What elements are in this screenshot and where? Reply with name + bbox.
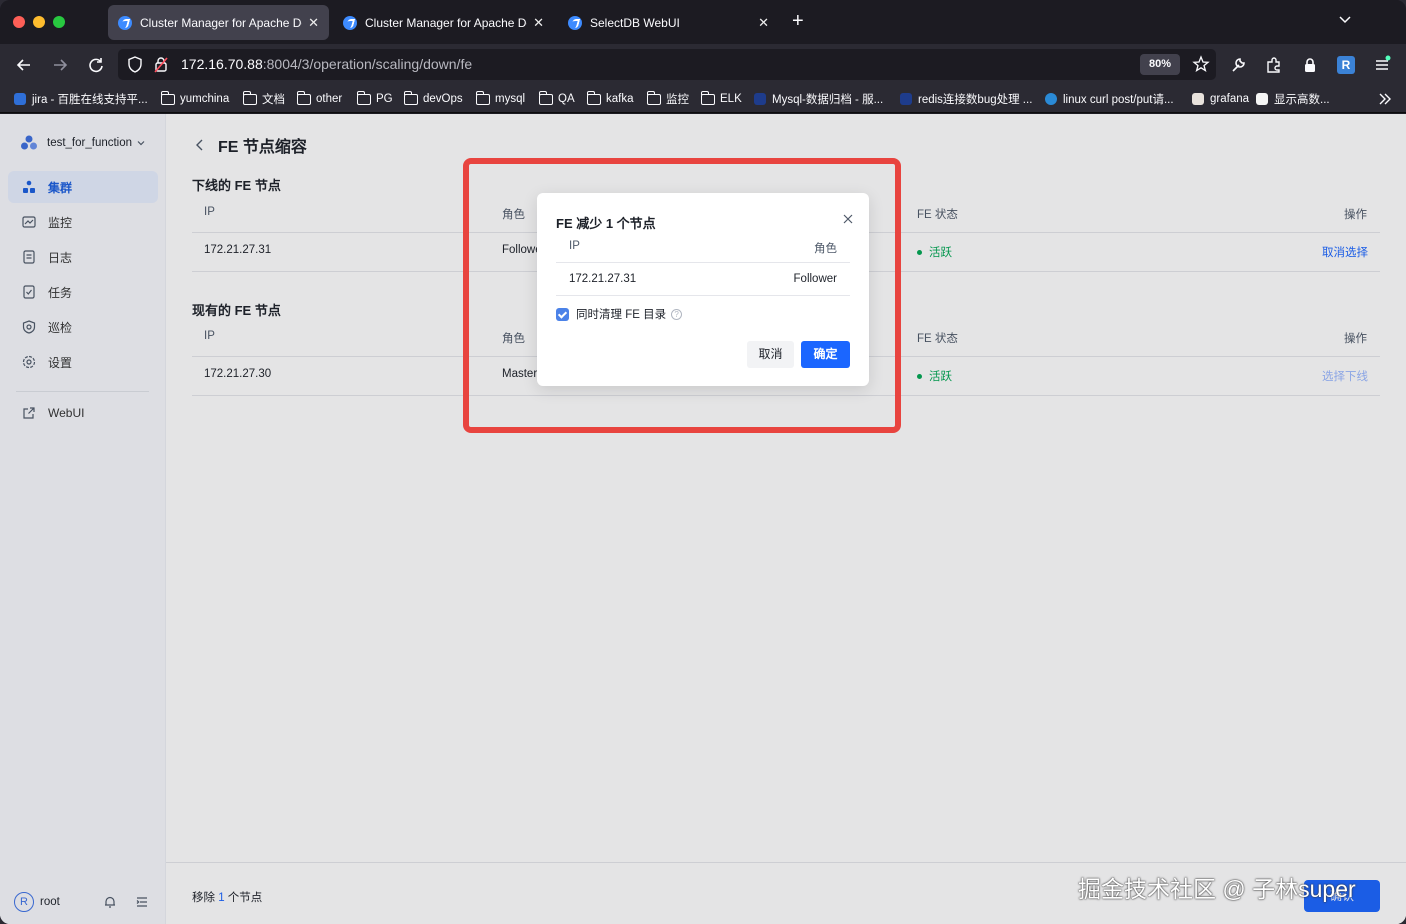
tab-close-icon[interactable]: ✕ — [308, 15, 319, 31]
url-text[interactable]: 172.16.70.88:8004/3/operation/scaling/do… — [181, 56, 472, 72]
extension-r-icon[interactable]: R — [1337, 56, 1355, 74]
chart-icon — [1256, 93, 1268, 105]
image-icon — [1192, 93, 1204, 105]
bookmark-label: kafka — [606, 93, 634, 105]
reload-icon[interactable] — [85, 54, 107, 76]
bookmark-label: 显示高数... — [1274, 94, 1330, 106]
minimize-window-button[interactable] — [33, 16, 45, 28]
bookmark-folder-elk[interactable]: ELK — [700, 90, 742, 107]
browser-tab-3[interactable]: SelectDB WebUI ✕ — [558, 5, 779, 40]
tab-title: Cluster Manager for Apache Doris — [140, 15, 302, 30]
browser-tab-1[interactable]: Cluster Manager for Apache Doris ✕ — [108, 5, 329, 40]
folder-icon — [296, 90, 311, 105]
bookmark-folder-qa[interactable]: QA — [538, 90, 575, 107]
folder-icon — [700, 90, 715, 105]
url-bar[interactable]: 172.16.70.88:8004/3/operation/scaling/do… — [118, 49, 1216, 80]
bookmark-label: yumchina — [180, 93, 230, 105]
bookmark-label: other — [316, 93, 343, 105]
bookmark-folder-mysql[interactable]: mysql — [475, 90, 526, 107]
doris-favicon-icon — [118, 15, 132, 30]
bookmark-label: 监控 — [666, 94, 689, 106]
folder-icon — [160, 90, 175, 105]
watermark-text: 掘金技术社区 @ 子林super — [1078, 876, 1356, 902]
lock-icon[interactable] — [1299, 54, 1321, 76]
doris-favicon-icon — [343, 15, 357, 30]
bookmark-label: jira - 百胜在线支持平... — [32, 94, 148, 106]
tab-title: Cluster Manager for Apache Doris — [365, 15, 527, 30]
jira-icon — [14, 93, 26, 105]
bookmark-linux-curl[interactable]: linux curl post/put请... — [1045, 91, 1174, 107]
bookmark-display[interactable]: 显示高数... — [1256, 91, 1330, 107]
globe-icon — [1045, 93, 1057, 105]
bookmark-label: grafana — [1210, 93, 1250, 105]
bookmark-folder-kafka[interactable]: kafka — [586, 90, 634, 107]
bookmark-label: linux curl post/put请... — [1063, 94, 1174, 106]
tab-close-icon[interactable]: ✕ — [758, 15, 769, 31]
list-all-tabs-icon[interactable] — [1338, 12, 1352, 26]
folder-icon — [475, 90, 490, 105]
navigation-bar: 172.16.70.88:8004/3/operation/scaling/do… — [0, 44, 1406, 85]
url-path: :8004/3/operation/scaling/down/fe — [262, 56, 473, 72]
page-icon — [754, 93, 766, 105]
folder-icon — [538, 90, 553, 105]
shield-icon[interactable] — [127, 56, 143, 73]
bookmark-grafana[interactable]: grafana — [1192, 91, 1249, 107]
bookmark-jira[interactable]: jira - 百胜在线支持平... — [14, 91, 148, 107]
bookmark-label: QA — [558, 93, 575, 105]
url-host: 172.16.70.88 — [181, 56, 263, 72]
selectdb-favicon-icon — [568, 15, 582, 30]
bookmark-folder-monitor[interactable]: 监控 — [646, 90, 689, 107]
close-window-button[interactable] — [13, 16, 25, 28]
bookmark-label: mysql — [495, 93, 526, 105]
page-icon — [900, 93, 912, 105]
bookmark-mysql-archive[interactable]: Mysql-数据归档 - 服... — [754, 91, 883, 107]
bookmark-folder-docs[interactable]: 文档 — [242, 90, 285, 107]
folder-icon — [646, 90, 661, 105]
new-tab-icon[interactable]: + — [792, 11, 804, 31]
bookmark-redis[interactable]: redis连接数bug处理 ... — [900, 91, 1032, 107]
bookmark-star-icon[interactable] — [1192, 55, 1210, 73]
tab-title: SelectDB WebUI — [590, 15, 680, 30]
app-menu-icon[interactable] — [1371, 54, 1393, 76]
tab-close-icon[interactable]: ✕ — [533, 15, 544, 31]
extensions-icon[interactable] — [1263, 54, 1285, 76]
bookmark-folder-yumchina[interactable]: yumchina — [160, 90, 230, 107]
bookmark-label: devOps — [423, 93, 463, 105]
highlight-annotation-box — [463, 158, 901, 433]
bookmark-folder-devops[interactable]: devOps — [403, 90, 463, 107]
bookmark-label: redis连接数bug处理 ... — [918, 94, 1033, 106]
wrench-icon[interactable] — [1227, 54, 1249, 76]
folder-icon — [586, 90, 601, 105]
bookmark-label: ELK — [720, 93, 742, 105]
insecure-lock-icon[interactable] — [154, 56, 168, 73]
forward-icon[interactable] — [49, 54, 71, 76]
tab-bar: Cluster Manager for Apache Doris ✕ Clust… — [0, 0, 1406, 44]
bookmark-label: Mysql-数据归档 - 服... — [772, 94, 884, 106]
bookmark-label: PG — [376, 93, 393, 105]
folder-icon — [242, 90, 257, 105]
more-bookmarks-icon[interactable] — [1378, 92, 1392, 106]
maximize-window-button[interactable] — [53, 16, 65, 28]
folder-icon — [356, 90, 371, 105]
browser-tab-2[interactable]: Cluster Manager for Apache Doris ✕ — [333, 5, 554, 40]
bookmark-label: 文档 — [262, 94, 285, 106]
bookmarks-bar: jira - 百胜在线支持平... yumchina 文档 other PG d… — [0, 85, 1406, 113]
browser-window: Cluster Manager for Apache Doris ✕ Clust… — [0, 0, 1406, 924]
zoom-level-button[interactable]: 80% — [1140, 54, 1180, 75]
bookmark-folder-other[interactable]: other — [296, 90, 343, 107]
back-icon[interactable] — [13, 54, 35, 76]
folder-icon — [403, 90, 418, 105]
bookmark-folder-pg[interactable]: PG — [356, 90, 393, 107]
